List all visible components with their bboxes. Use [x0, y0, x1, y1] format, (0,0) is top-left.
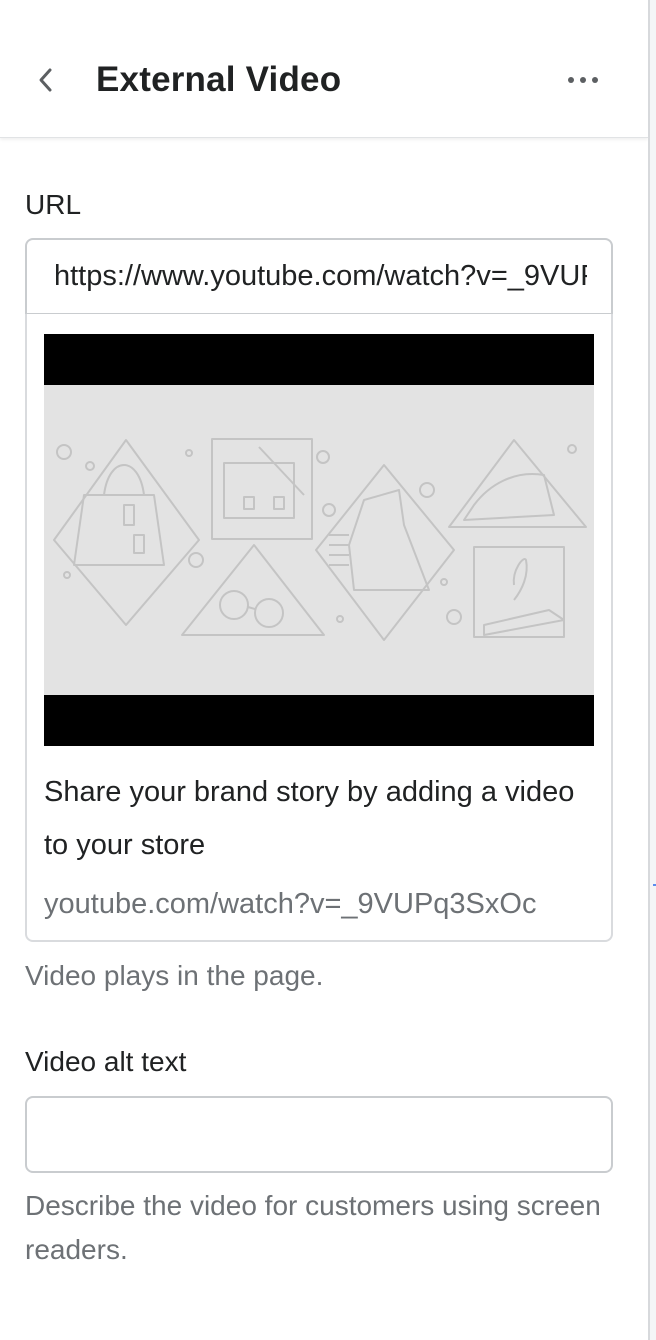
- video-thumbnail-placeholder: [44, 385, 594, 695]
- url-label: URL: [25, 189, 82, 220]
- dot: [580, 77, 586, 83]
- video-title: Share your brand story by adding a video…: [44, 776, 575, 861]
- url-input[interactable]: [25, 238, 613, 315]
- preview-frame-edge: [648, 0, 656, 1340]
- video-thumbnail[interactable]: [44, 334, 594, 746]
- page-title: External Video: [96, 60, 342, 99]
- alt-text-help: Describe the video for customers using s…: [25, 1190, 601, 1265]
- alt-text-label: Video alt text: [25, 1046, 187, 1077]
- alt-text-input[interactable]: [25, 1096, 613, 1173]
- settings-panel: External Video URL https://www.youtube.c…: [0, 0, 648, 1340]
- panel-header: External Video: [0, 0, 648, 138]
- video-url: youtube.com/watch?v=_9VUPq3SxOc: [44, 888, 537, 920]
- url-help-text: Video plays in the page.: [25, 960, 324, 991]
- back-button[interactable]: [26, 58, 66, 102]
- dot: [592, 77, 598, 83]
- chevron-left-icon: [39, 68, 52, 92]
- more-actions-button[interactable]: [556, 62, 610, 98]
- horizontal-dots-icon: [568, 77, 574, 83]
